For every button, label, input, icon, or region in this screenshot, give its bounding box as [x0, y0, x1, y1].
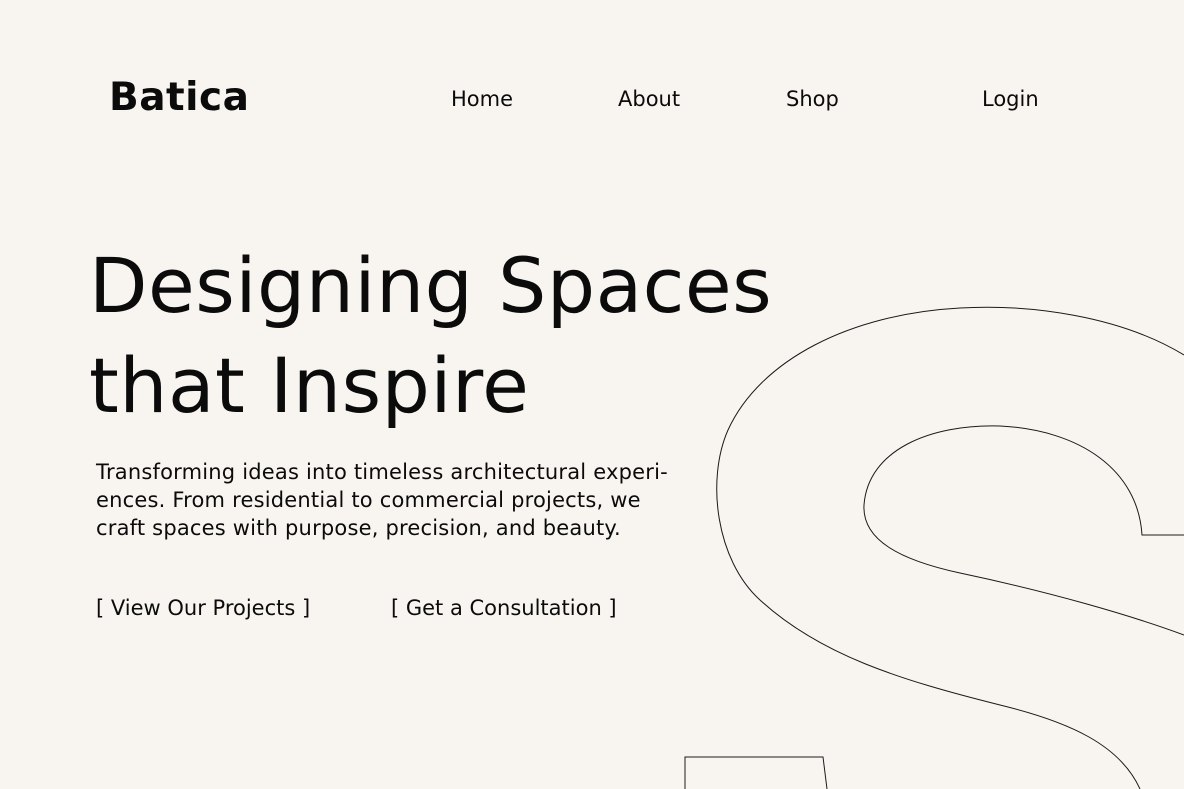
hero-description-line: craft spaces with purpose, precision, an… [96, 516, 621, 540]
hero-description-line: Transforming ideas into timeless archite… [96, 460, 668, 484]
hero-description: Transforming ideas into timeless archite… [96, 458, 756, 542]
hero-description-line: ences. From residential to commercial pr… [96, 488, 641, 512]
hero-headline: Designing Spaces that Inspire [89, 236, 772, 436]
hero-headline-line: Designing Spaces [89, 241, 773, 330]
nav-link-login[interactable]: Login [982, 89, 1039, 110]
get-consultation-button[interactable]: [ Get a Consultation ] [391, 598, 617, 619]
nav-link-home[interactable]: Home [451, 89, 513, 110]
view-projects-button[interactable]: [ View Our Projects ] [96, 598, 310, 619]
hero-headline-line: that Inspire [89, 341, 530, 430]
nav-link-shop[interactable]: Shop [786, 89, 839, 110]
nav-link-about[interactable]: About [618, 89, 680, 110]
brand-logo[interactable]: Batica [109, 78, 250, 117]
